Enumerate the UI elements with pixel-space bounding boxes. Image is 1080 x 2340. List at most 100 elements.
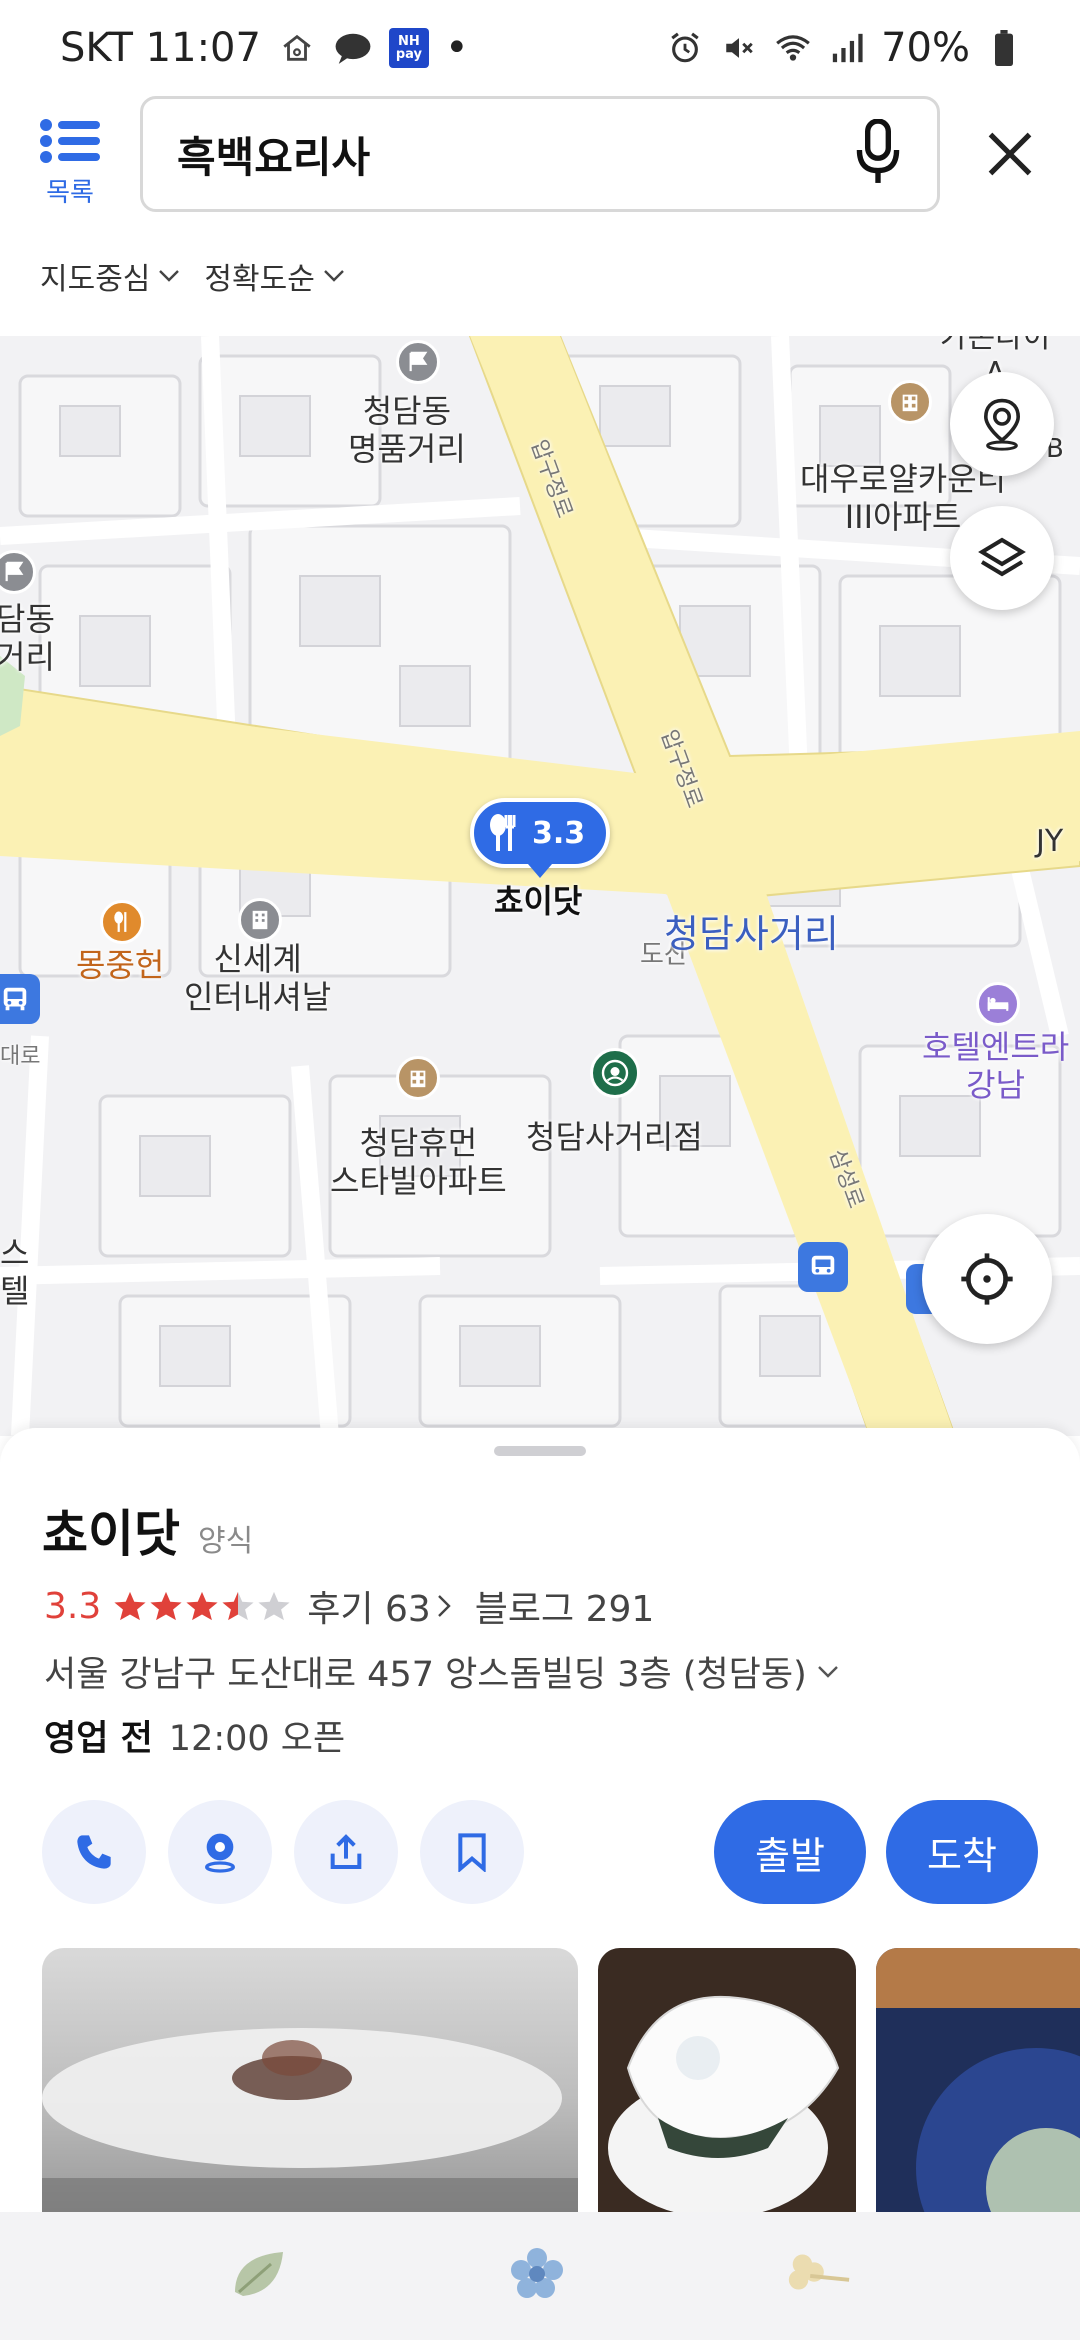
mic-icon[interactable] [853, 118, 903, 189]
share-button[interactable] [294, 1800, 398, 1904]
apartment-icon [888, 380, 932, 424]
notification-dot: • [444, 25, 469, 71]
reviews-count: 후기 63 [307, 1589, 431, 1630]
bookmark-icon [458, 1833, 486, 1872]
map-label: 쵸이닷 [494, 882, 583, 920]
bus-stop-icon[interactable] [0, 974, 40, 1024]
action-buttons [42, 1800, 524, 1904]
chevron-right-icon [437, 1595, 451, 1617]
save-button[interactable] [420, 1800, 524, 1904]
battery-icon [984, 28, 1024, 68]
filter-accuracy[interactable]: 정확도순 [204, 254, 344, 298]
chevron-down-icon [323, 270, 344, 282]
hours-status: 영업 전 [44, 1719, 153, 1759]
food-photo [876, 1948, 1080, 2248]
chat-bubble-icon [333, 28, 373, 68]
intersection-label: 청담사거리 [664, 912, 839, 956]
bus-stop-icon[interactable] [798, 1242, 848, 1292]
place-photo[interactable] [876, 1948, 1080, 2248]
hours-open: 12:00 오픈 [168, 1719, 346, 1759]
flower-stem-icon[interactable] [783, 2248, 853, 2304]
street-view-icon [205, 1833, 235, 1873]
street-view-button[interactable] [950, 372, 1054, 476]
filter-label: 정확도순 [204, 262, 315, 297]
reviews-link[interactable]: 후기 63 [307, 1580, 451, 1632]
rating-score: 3.3 [44, 1585, 102, 1627]
layers-button[interactable] [950, 506, 1054, 610]
crosshair-icon [961, 1253, 1013, 1305]
my-location-button[interactable] [922, 1214, 1052, 1344]
carrier-time: SKT 11:07 [60, 25, 261, 71]
road-label: 대로 [0, 1044, 41, 1069]
map-label: 청담사거리점 [526, 1118, 703, 1156]
building-icon [238, 898, 282, 942]
status-bar: SKT 11:07 NH pay • 70% [0, 0, 1080, 96]
sheet-drag-handle[interactable] [494, 1446, 586, 1456]
star-empty-icon [258, 1591, 290, 1621]
list-label: 목록 [46, 178, 94, 208]
street-view-button[interactable] [168, 1800, 272, 1904]
star-rating [113, 1590, 291, 1622]
star-icon [150, 1591, 182, 1621]
place-address: 서울 강남구 도산대로 457 앙스돔빌딩 3층 (청담동) [44, 1655, 807, 1695]
place-detail-sheet: 쵸이닷 양식 3.3 후기 63 블로그 291 서울 강남구 도산대로 457… [0, 1428, 1080, 2340]
wifi-icon [773, 28, 813, 68]
alarm-icon [665, 28, 705, 68]
map-label: 청담휴먼 스타빌아파트 [330, 1124, 507, 1201]
share-icon [330, 1834, 362, 1869]
depart-button[interactable]: 출발 [714, 1800, 866, 1904]
list-icon [40, 119, 100, 163]
mute-icon [719, 28, 759, 68]
hotel-icon [976, 982, 1020, 1026]
food-photo [608, 1995, 840, 2218]
place-photo[interactable] [598, 1948, 856, 2248]
bottom-nav [0, 2212, 1080, 2340]
chevron-down-icon [159, 270, 180, 282]
map-label: 호텔엔트라 강남 [922, 1028, 1070, 1105]
star-icon [114, 1591, 146, 1621]
leaf-icon[interactable] [227, 2244, 291, 2308]
rating-row: 3.3 후기 63 블로그 291 [44, 1580, 654, 1632]
place-photo[interactable] [42, 1948, 578, 2248]
battery-percent: 70% [881, 25, 970, 71]
starbucks-icon [590, 1048, 640, 1098]
flower-icon[interactable] [505, 2242, 569, 2310]
arrive-button[interactable]: 도착 [886, 1800, 1038, 1904]
phone-icon [77, 1835, 111, 1869]
marker-pointer [528, 864, 552, 878]
close-icon [988, 132, 1032, 176]
filter-map-center[interactable]: 지도중심 [40, 254, 180, 298]
list-button[interactable]: 목록 [30, 116, 110, 216]
nhpay-icon: NH pay [388, 28, 429, 68]
street-view-icon [983, 398, 1021, 451]
map-label: 스 텔 [0, 1234, 30, 1311]
map-label: 청담동 명품거리 [348, 392, 466, 469]
photo-strip[interactable] [42, 1948, 1080, 2248]
place-name[interactable]: 쵸이닷 [42, 1494, 180, 1566]
close-button[interactable] [970, 114, 1050, 194]
map-label: JY [1036, 824, 1064, 859]
hours-row: 영업 전 12:00 오픈 [44, 1710, 345, 1761]
search-query: 흑백요리사 [177, 132, 371, 182]
layers-icon [978, 537, 1026, 577]
star-icon [186, 1591, 218, 1621]
filter-bar: 지도중심 정확도순 [40, 254, 345, 298]
place-header: 쵸이닷 양식 [42, 1494, 253, 1566]
call-button[interactable] [42, 1800, 146, 1904]
map-label: 신세계 인터내셔날 [184, 940, 332, 1017]
place-category: 양식 [198, 1524, 254, 1559]
search-input[interactable]: 흑백요리사 [140, 96, 940, 212]
address-row[interactable]: 서울 강남구 도산대로 457 앙스돔빌딩 3층 (청담동) [44, 1646, 839, 1697]
restaurant-icon [100, 900, 144, 944]
selected-place-marker[interactable]: 3.3 [470, 798, 610, 868]
map-view[interactable]: 청담동 명품거리 대우로얄카운티 III아파트 가온다이 A B 담동 거리 압… [0, 336, 1080, 1436]
blog-count[interactable]: 블로그 291 [475, 1580, 655, 1632]
half-star-icon [222, 1591, 254, 1621]
map-label: 담동 거리 [0, 600, 55, 677]
map-label: 몽중헌 [76, 946, 165, 984]
marker-rating: 3.3 [532, 815, 586, 851]
search-header: 목록 흑백요리사 지도중심 정확도순 [0, 96, 1080, 336]
flag-icon [396, 340, 440, 384]
chevron-down-icon [817, 1665, 838, 1678]
apartment-icon [396, 1056, 440, 1100]
